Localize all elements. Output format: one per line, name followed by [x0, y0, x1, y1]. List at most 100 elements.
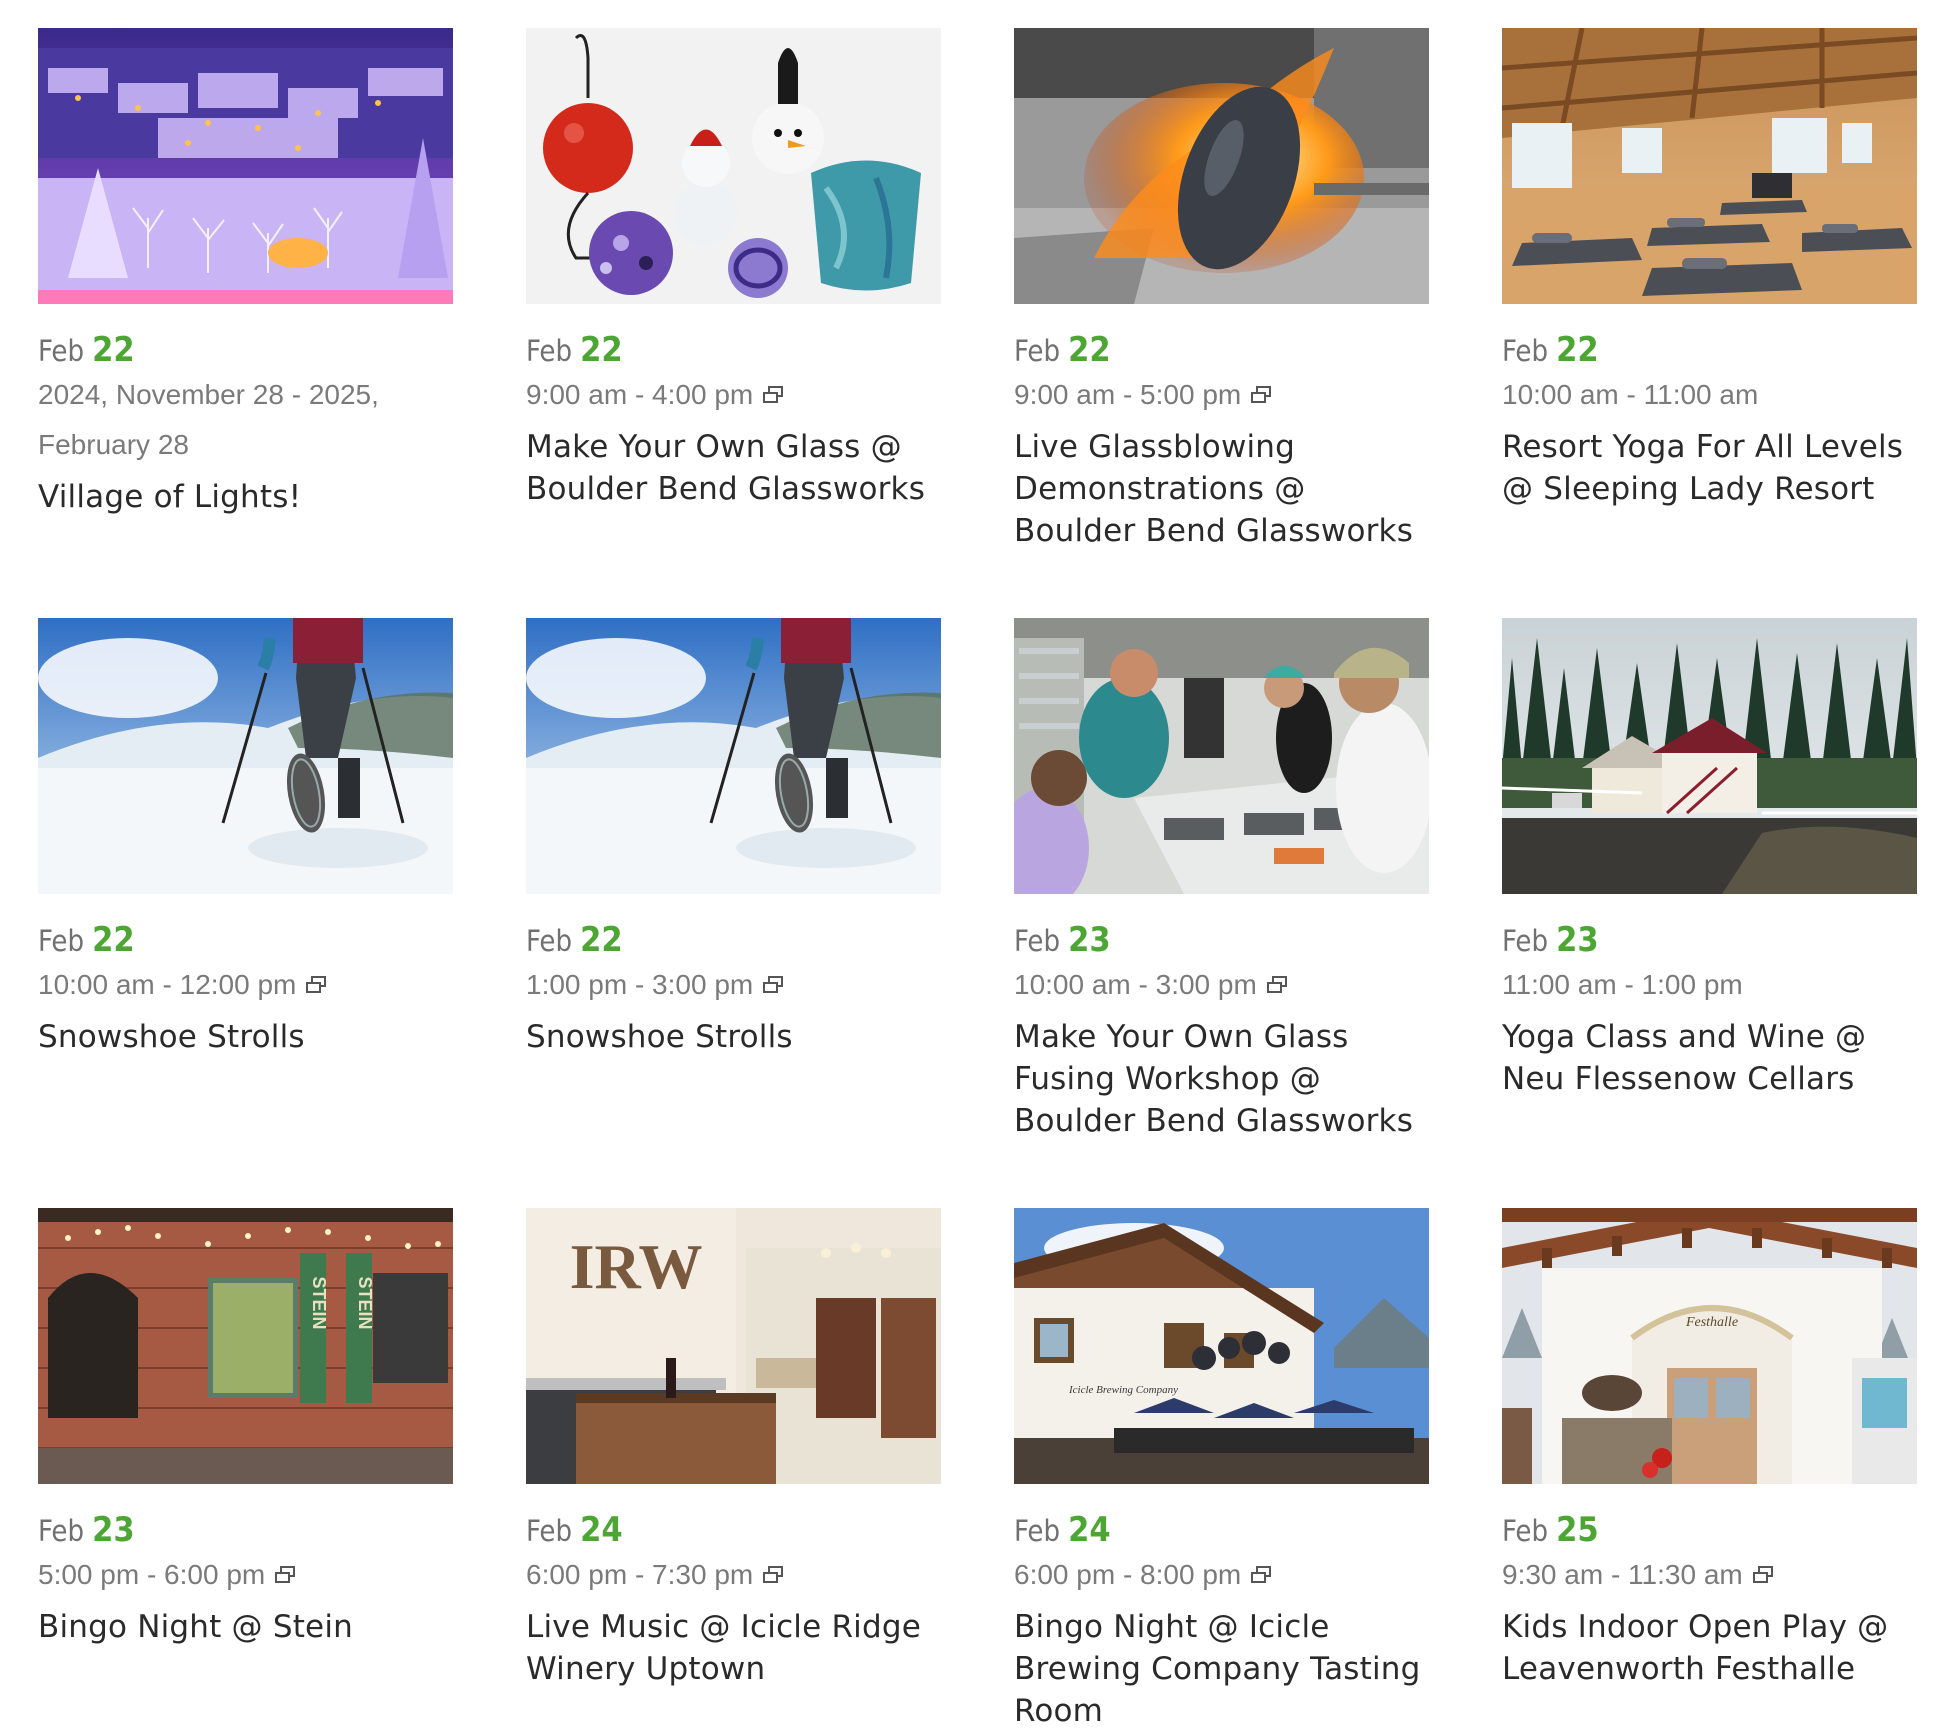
event-day: 24	[580, 1510, 623, 1550]
event-time-text: 11:00 am - 1:00 pm	[1502, 969, 1743, 1000]
event-image-link[interactable]: Festhalle	[1502, 1208, 1917, 1484]
recurring-event-icon[interactable]	[763, 1566, 784, 1583]
irw-tasting-room-photo: IRW	[526, 1208, 941, 1484]
recurring-event-icon[interactable]	[306, 976, 327, 993]
event-time: 9:00 am - 5:00 pm	[1014, 370, 1429, 420]
event-time-text: 10:00 am - 11:00 am	[1502, 379, 1759, 410]
event-title-link[interactable]: Snowshoe Strolls	[526, 1016, 941, 1058]
event-time-text: 9:00 am - 5:00 pm	[1014, 379, 1242, 410]
event-date: Feb 23	[1014, 920, 1429, 960]
event-time: 6:00 pm - 8:00 pm	[1014, 1550, 1429, 1600]
event-image-link[interactable]	[1014, 28, 1429, 304]
event-day: 22	[92, 920, 135, 960]
event-image-link[interactable]	[1502, 28, 1917, 304]
event-title-link[interactable]: Bingo Night @ Icicle Brewing Company Tas…	[1014, 1606, 1429, 1730]
event-day: 22	[580, 920, 623, 960]
event-time-text: 6:00 pm - 7:30 pm	[526, 1559, 754, 1590]
event-time: 11:00 am - 1:00 pm	[1502, 960, 1917, 1010]
event-date: Feb 22	[1502, 330, 1917, 370]
recurring-event-icon[interactable]	[1752, 1566, 1773, 1583]
glass-fusing-workshop-photo	[1014, 618, 1429, 894]
festhalle-photo: Festhalle	[1502, 1208, 1917, 1484]
event-title-link[interactable]: Make Your Own Glass @ Boulder Bend Glass…	[526, 426, 941, 510]
event-time-text: 10:00 am - 3:00 pm	[1014, 969, 1257, 1000]
festhalle-sign-text: Festhalle	[1685, 1315, 1738, 1330]
event-image-link[interactable]	[38, 28, 453, 304]
event-time: 10:00 am - 3:00 pm	[1014, 960, 1429, 1010]
event-time: 9:30 am - 11:30 am	[1502, 1550, 1917, 1600]
event-title-link[interactable]: Live Music @ Icicle Ridge Winery Uptown	[526, 1606, 941, 1690]
snowshoe-photo	[38, 618, 453, 894]
event-day: 25	[1556, 1510, 1599, 1550]
event-title-link[interactable]: Make Your Own Glass Fusing Workshop @ Bo…	[1014, 1016, 1429, 1142]
event-day: 22	[1068, 330, 1111, 370]
event-day: 22	[1556, 330, 1599, 370]
event-day: 23	[1556, 920, 1599, 960]
event-month: Feb	[1502, 924, 1549, 958]
event-time: 1:00 pm - 3:00 pm	[526, 960, 941, 1010]
event-date: Feb 22	[526, 330, 941, 370]
irw-sign-text: IRW	[570, 1231, 703, 1302]
event-date: Feb 22	[526, 920, 941, 960]
recurring-event-icon[interactable]	[1251, 1566, 1272, 1583]
event-day: 23	[92, 1510, 135, 1550]
recurring-event-icon[interactable]	[763, 386, 784, 403]
event-title-link[interactable]: Resort Yoga For All Levels @ Sleeping La…	[1502, 426, 1917, 510]
yoga-studio-photo	[1502, 28, 1917, 304]
event-time: 2024, November 28 - 2025, February 28	[38, 370, 453, 470]
snowshoe-photo	[526, 618, 941, 894]
brewing-sign-text: Icicle Brewing Company	[1068, 1384, 1178, 1396]
stein-sign-text: STEIN	[309, 1276, 329, 1329]
event-title-link[interactable]: Live Glassblowing Demonstrations @ Bould…	[1014, 426, 1429, 552]
event-month: Feb	[1502, 334, 1549, 368]
event-image-link[interactable]: STEIN STEIN	[38, 1208, 453, 1484]
event-card: Feb 22 9:00 am - 4:00 pm Make Your Own Gl…	[526, 28, 941, 618]
event-image-link[interactable]: Icicle Brewing Company	[1014, 1208, 1429, 1484]
village-of-lights-photo	[38, 28, 453, 304]
event-card: Feb 22 1:00 pm - 3:00 pm Snowshoe Strolls	[526, 618, 941, 1208]
event-image-link[interactable]: IRW	[526, 1208, 941, 1484]
event-time-text: 6:00 pm - 8:00 pm	[1014, 1559, 1242, 1590]
stein-sign-text-2: STEIN	[355, 1276, 375, 1329]
event-date: Feb 25	[1502, 1510, 1917, 1550]
event-month: Feb	[526, 924, 573, 958]
event-day: 22	[92, 330, 135, 370]
event-card: IRW Feb 24 6:00 pm - 7:30 pm Live Music @…	[526, 1208, 941, 1730]
recurring-event-icon[interactable]	[763, 976, 784, 993]
event-card: Feb 23 11:00 am - 1:00 pm Yoga Class and …	[1502, 618, 1917, 1208]
winery-building-photo	[1502, 618, 1917, 894]
event-title-link[interactable]: Bingo Night @ Stein	[38, 1606, 453, 1648]
event-card: Feb 22 9:00 am - 5:00 pm Live Glassblowin…	[1014, 28, 1429, 618]
event-card: Feb 22 10:00 am - 12:00 pm Snowshoe Strol…	[38, 618, 453, 1208]
event-image-link[interactable]	[1014, 618, 1429, 894]
recurring-event-icon[interactable]	[275, 1566, 296, 1583]
event-date: Feb 23	[38, 1510, 453, 1550]
event-time-text: 2024, November 28 - 2025, February 28	[38, 379, 379, 460]
event-date: Feb 22	[38, 330, 453, 370]
icicle-brewing-photo: Icicle Brewing Company	[1014, 1208, 1429, 1484]
event-time-text: 1:00 pm - 3:00 pm	[526, 969, 754, 1000]
event-time-text: 5:00 pm - 6:00 pm	[38, 1559, 266, 1590]
event-month: Feb	[1014, 924, 1061, 958]
event-title-link[interactable]: Kids Indoor Open Play @ Leavenworth Fest…	[1502, 1606, 1917, 1690]
event-month: Feb	[1014, 1514, 1061, 1548]
event-time-text: 10:00 am - 12:00 pm	[38, 969, 297, 1000]
event-title-link[interactable]: Yoga Class and Wine @ Neu Flessenow Cell…	[1502, 1016, 1917, 1100]
event-title-link[interactable]: Village of Lights!	[38, 476, 453, 518]
event-day: 24	[1068, 1510, 1111, 1550]
event-time-text: 9:00 am - 4:00 pm	[526, 379, 754, 410]
event-date: Feb 22	[1014, 330, 1429, 370]
event-title-link[interactable]: Snowshoe Strolls	[38, 1016, 453, 1058]
event-time: 9:00 am - 4:00 pm	[526, 370, 941, 420]
event-image-link[interactable]	[526, 28, 941, 304]
event-image-link[interactable]	[1502, 618, 1917, 894]
event-image-link[interactable]	[38, 618, 453, 894]
glass-ornaments-photo	[526, 28, 941, 304]
event-image-link[interactable]	[526, 618, 941, 894]
recurring-event-icon[interactable]	[1251, 386, 1272, 403]
event-month: Feb	[38, 334, 85, 368]
event-month: Feb	[526, 334, 573, 368]
event-card: Feb 23 10:00 am - 3:00 pm Make Your Own G…	[1014, 618, 1429, 1208]
recurring-event-icon[interactable]	[1266, 976, 1287, 993]
event-date: Feb 24	[526, 1510, 941, 1550]
